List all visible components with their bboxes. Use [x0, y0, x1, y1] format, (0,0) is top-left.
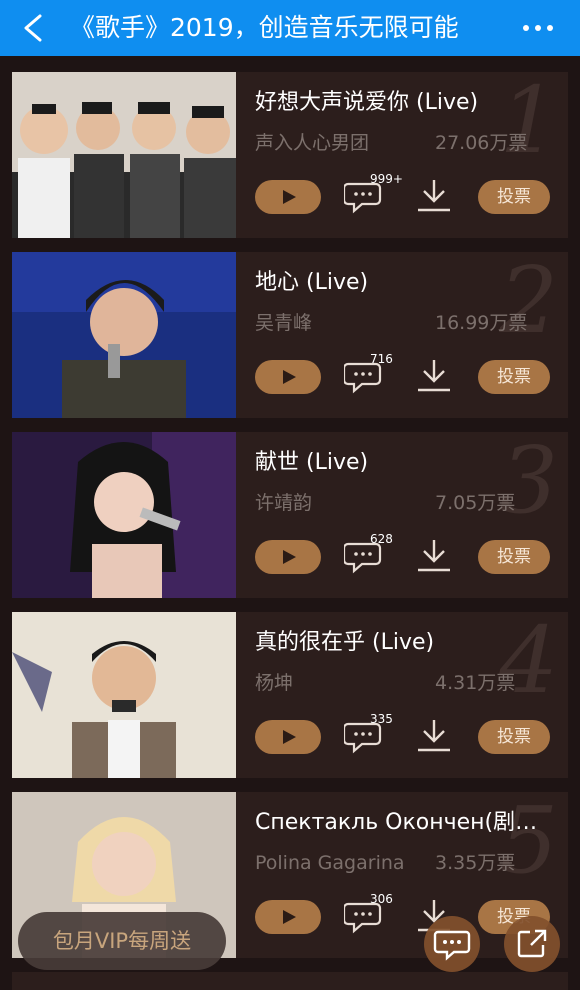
- cover-image: [12, 612, 236, 778]
- top-nav-bar: 《歌手》2019，创造音乐无限可能: [0, 0, 580, 56]
- play-button[interactable]: [255, 360, 321, 394]
- cover-image: [12, 72, 236, 238]
- play-button[interactable]: [255, 900, 321, 934]
- page-title: 《歌手》2019，创造音乐无限可能: [70, 13, 459, 42]
- comment-count: 999+: [370, 172, 403, 186]
- play-button[interactable]: [255, 720, 321, 754]
- vote-count: 7.05万票: [435, 492, 516, 514]
- share-button[interactable]: [504, 916, 560, 972]
- download-icon[interactable]: [414, 536, 454, 576]
- vote-count: 16.99万票: [435, 312, 528, 334]
- vote-button[interactable]: 投票: [478, 360, 550, 394]
- song-card-partial[interactable]: [12, 972, 568, 990]
- song-title: 地心 (Live): [255, 270, 369, 295]
- download-icon[interactable]: [414, 716, 454, 756]
- song-title: Спектакль Окончен(剧…: [255, 810, 538, 835]
- comment-count: 306: [370, 892, 393, 906]
- artist-name: 许靖韵: [255, 492, 313, 514]
- more-icon[interactable]: [520, 14, 556, 42]
- song-title: 献世 (Live): [255, 450, 369, 475]
- vote-count: 27.06万票: [435, 132, 528, 154]
- song-card[interactable]: 1 好想大声说爱你 (Live) 声入人心男团 27.06万票 999+ 投票: [12, 72, 568, 238]
- song-ranking-list: 1 好想大声说爱你 (Live) 声入人心男团 27.06万票 999+ 投票: [0, 56, 580, 990]
- vote-button[interactable]: 投票: [478, 540, 550, 574]
- song-title: 真的很在乎 (Live): [255, 630, 435, 655]
- vote-button[interactable]: 投票: [478, 720, 550, 754]
- comment-count: 628: [370, 532, 393, 546]
- message-button[interactable]: [424, 916, 480, 972]
- song-card[interactable]: 2 地心 (Live) 吴青峰 16.99万票 716 投票: [12, 252, 568, 418]
- download-icon[interactable]: [414, 356, 454, 396]
- message-icon: [433, 930, 471, 961]
- vote-count: 3.35万票: [435, 852, 516, 874]
- song-title: 好想大声说爱你 (Live): [255, 90, 479, 115]
- song-card[interactable]: 4 真的很在乎 (Live) 杨坤 4.31万票 335 投票: [12, 612, 568, 778]
- back-icon[interactable]: [14, 10, 54, 46]
- vote-count: 4.31万票: [435, 672, 516, 694]
- artist-name: 声入人心男团: [255, 132, 370, 154]
- download-icon[interactable]: [414, 176, 454, 216]
- song-card[interactable]: 3 献世 (Live) 许靖韵 7.05万票 628 投票: [12, 432, 568, 598]
- cover-image: [12, 252, 236, 418]
- play-button[interactable]: [255, 180, 321, 214]
- artist-name: 杨坤: [255, 672, 294, 694]
- comment-count: 335: [370, 712, 393, 726]
- cover-image: [12, 432, 236, 598]
- vote-button[interactable]: 投票: [478, 180, 550, 214]
- play-button[interactable]: [255, 540, 321, 574]
- share-icon: [517, 929, 547, 958]
- artist-name: Polina Gagarina: [255, 852, 405, 874]
- comment-count: 716: [370, 352, 393, 366]
- artist-name: 吴青峰: [255, 312, 313, 334]
- vip-promo-banner[interactable]: 包月VIP每周送: [18, 912, 226, 970]
